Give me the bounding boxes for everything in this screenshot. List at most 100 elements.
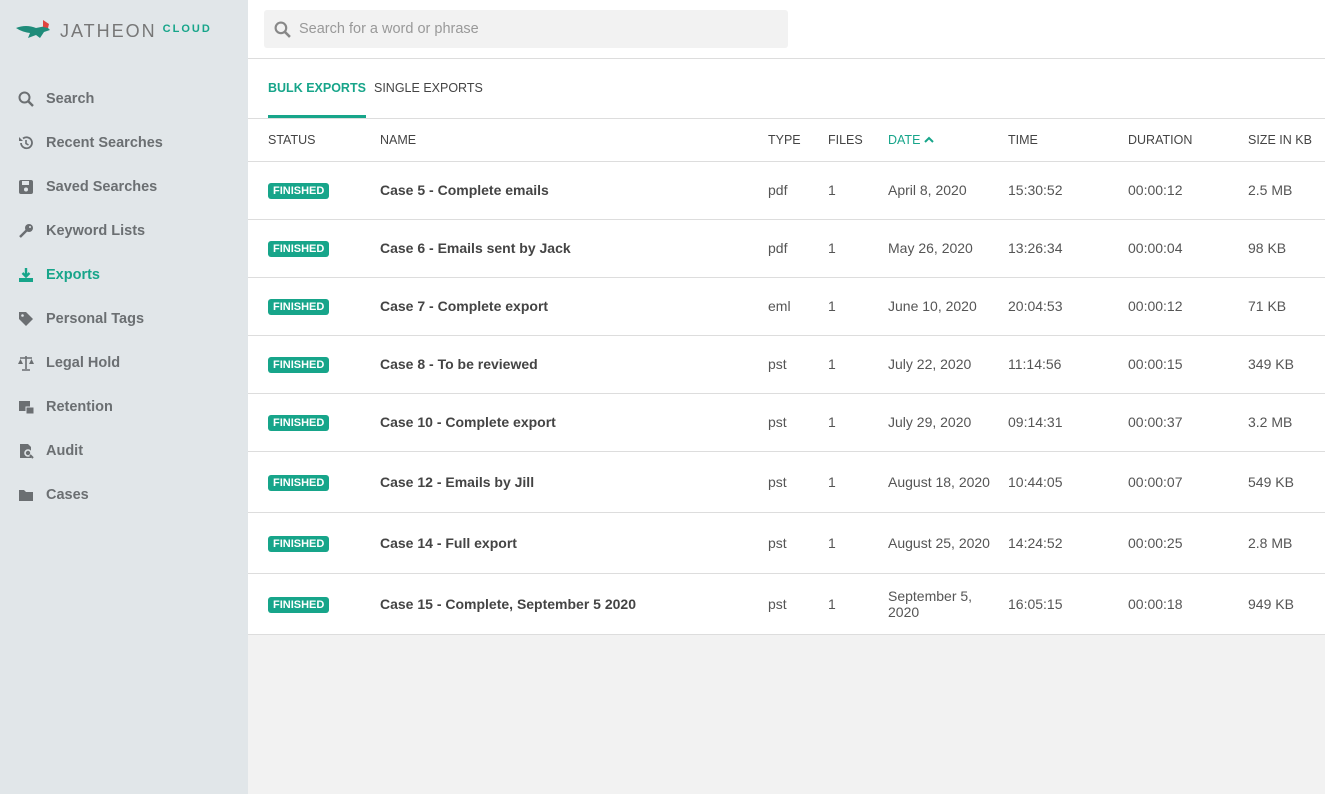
status-cell: FINISHED <box>248 161 380 220</box>
status-badge: FINISHED <box>268 596 330 613</box>
col-duration[interactable]: DURATION <box>1128 119 1248 162</box>
name-cell[interactable]: Case 15 - Complete, September 5 2020 <box>380 573 768 635</box>
table-row[interactable]: FINISHED Case 6 - Emails sent by Jack pd… <box>248 219 1325 278</box>
status-badge: FINISHED <box>268 183 330 199</box>
table-row[interactable]: FINISHED Case 10 - Complete export pst 1… <box>248 393 1325 452</box>
type-cell: pst <box>768 451 828 513</box>
sidebar-item-label: Search <box>46 91 95 107</box>
status-cell: FINISHED <box>248 512 380 574</box>
sidebar-item-cases[interactable]: Cases <box>0 473 248 517</box>
name-cell[interactable]: Case 12 - Emails by Jill <box>380 451 768 513</box>
status-badge: FINISHED <box>268 474 330 491</box>
exports-table: STATUS NAME TYPE FILES DATE TIME DURATIO… <box>248 119 1325 635</box>
time-cell: 20:04:53 <box>1008 277 1128 336</box>
sidebar-item-label: Audit <box>46 443 84 459</box>
date-cell: August 18, 2020 <box>888 451 1008 513</box>
name-cell[interactable]: Case 6 - Emails sent by Jack <box>380 219 768 278</box>
scale-icon <box>17 355 34 371</box>
status-badge: FINISHED <box>268 241 330 257</box>
type-cell: pst <box>768 335 828 394</box>
name-cell[interactable]: Case 7 - Complete export <box>380 277 768 336</box>
sidebar-item-search[interactable]: Search <box>0 77 248 121</box>
files-cell: 1 <box>828 451 888 513</box>
history-icon <box>17 135 34 151</box>
duration-cell: 00:00:37 <box>1128 393 1248 452</box>
name-cell[interactable]: Case 8 - To be reviewed <box>380 335 768 394</box>
type-cell: pst <box>768 512 828 574</box>
name-cell[interactable]: Case 14 - Full export <box>380 512 768 574</box>
tab-single-exports[interactable]: SINGLE EXPORTS <box>374 59 483 118</box>
search-icon <box>17 91 34 107</box>
status-cell: FINISHED <box>248 393 380 452</box>
table-row[interactable]: FINISHED Case 12 - Emails by Jill pst 1 … <box>248 451 1325 513</box>
col-size[interactable]: SIZE IN KB <box>1248 119 1325 162</box>
status-badge: FINISHED <box>268 299 330 315</box>
sidebar-item-retention[interactable]: Retention <box>0 385 248 429</box>
sidebar-item-label: Keyword Lists <box>46 223 146 239</box>
sidebar-item-label: Retention <box>46 399 113 415</box>
name-cell[interactable]: Case 5 - Complete emails <box>380 161 768 220</box>
date-cell: April 8, 2020 <box>888 161 1008 220</box>
sidebar-nav: Search Recent Searches Saved Searches Keywo… <box>0 77 248 517</box>
files-cell: 1 <box>828 573 888 635</box>
sidebar-item-audit[interactable]: Audit <box>0 429 248 473</box>
date-cell: June 10, 2020 <box>888 277 1008 336</box>
table-row[interactable]: FINISHED Case 5 - Complete emails pdf 1 … <box>248 161 1325 220</box>
table-row[interactable]: FINISHED Case 8 - To be reviewed pst 1 J… <box>248 335 1325 394</box>
duration-cell: 00:00:15 <box>1128 335 1248 394</box>
size-cell: 949 KB <box>1248 573 1325 635</box>
status-cell: FINISHED <box>248 451 380 513</box>
type-cell: pst <box>768 393 828 452</box>
files-cell: 1 <box>828 512 888 574</box>
folder-icon <box>17 487 34 503</box>
brand-suffix: CLOUD <box>162 23 212 35</box>
tag-icon <box>17 311 34 327</box>
search-box[interactable] <box>264 10 788 48</box>
size-cell: 2.5 MB <box>1248 161 1325 220</box>
sidebar-item-exports[interactable]: Exports <box>0 253 248 297</box>
time-cell: 11:14:56 <box>1008 335 1128 394</box>
col-type[interactable]: TYPE <box>768 119 828 162</box>
fox-logo-icon <box>16 20 50 38</box>
col-files[interactable]: FILES <box>828 119 888 162</box>
duration-cell: 00:00:12 <box>1128 277 1248 336</box>
main-panel: BULK EXPORTS SINGLE EXPORTS STATUS NAME … <box>248 0 1325 635</box>
name-cell[interactable]: Case 10 - Complete export <box>380 393 768 452</box>
sort-ascending-icon <box>924 136 934 143</box>
sidebar-item-saved-searches[interactable]: Saved Searches <box>0 165 248 209</box>
sidebar-item-label: Legal Hold <box>46 355 121 371</box>
logo[interactable]: JATHEON CLOUD <box>16 18 212 44</box>
tab-bulk-exports[interactable]: BULK EXPORTS <box>268 59 366 118</box>
date-cell: July 22, 2020 <box>888 335 1008 394</box>
status-badge: FINISHED <box>268 357 330 373</box>
duration-cell: 00:00:12 <box>1128 161 1248 220</box>
search-input[interactable] <box>299 21 779 37</box>
table-row[interactable]: FINISHED Case 14 - Full export pst 1 Aug… <box>248 512 1325 574</box>
files-cell: 1 <box>828 393 888 452</box>
date-cell: May 26, 2020 <box>888 219 1008 278</box>
files-cell: 1 <box>828 219 888 278</box>
retention-icon <box>17 399 34 415</box>
time-cell: 14:24:52 <box>1008 512 1128 574</box>
key-icon <box>17 223 34 239</box>
time-cell: 15:30:52 <box>1008 161 1128 220</box>
type-cell: eml <box>768 277 828 336</box>
sidebar-item-legal-hold[interactable]: Legal Hold <box>0 341 248 385</box>
time-cell: 16:05:15 <box>1008 573 1128 635</box>
sidebar-item-recent-searches[interactable]: Recent Searches <box>0 121 248 165</box>
duration-cell: 00:00:04 <box>1128 219 1248 278</box>
type-cell: pdf <box>768 219 828 278</box>
type-cell: pdf <box>768 161 828 220</box>
col-status[interactable]: STATUS <box>248 119 380 162</box>
duration-cell: 00:00:25 <box>1128 512 1248 574</box>
save-icon <box>17 179 34 195</box>
col-time[interactable]: TIME <box>1008 119 1128 162</box>
table-row[interactable]: FINISHED Case 7 - Complete export eml 1 … <box>248 277 1325 336</box>
table-row[interactable]: FINISHED Case 15 - Complete, September 5… <box>248 573 1325 635</box>
sidebar-item-personal-tags[interactable]: Personal Tags <box>0 297 248 341</box>
status-cell: FINISHED <box>248 335 380 394</box>
col-name[interactable]: NAME <box>380 119 768 162</box>
col-date[interactable]: DATE <box>888 119 1008 162</box>
sidebar-item-keyword-lists[interactable]: Keyword Lists <box>0 209 248 253</box>
duration-cell: 00:00:07 <box>1128 451 1248 513</box>
